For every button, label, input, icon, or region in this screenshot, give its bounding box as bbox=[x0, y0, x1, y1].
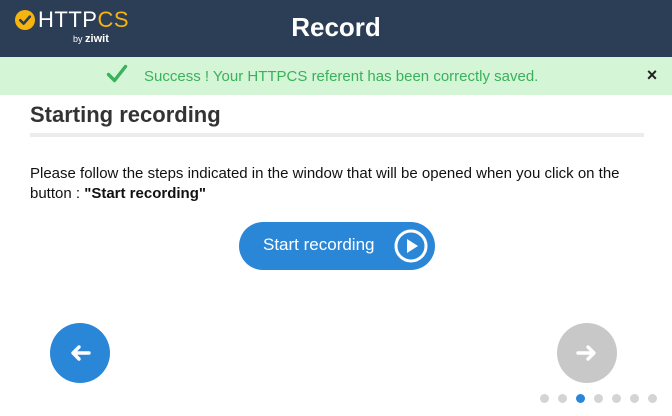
next-step-button[interactable] bbox=[557, 323, 617, 383]
alert-message: Success ! Your HTTPCS referent has been … bbox=[144, 68, 539, 85]
play-circle-icon bbox=[394, 229, 428, 263]
pagination-dot[interactable] bbox=[648, 394, 657, 403]
pagination-dot[interactable] bbox=[594, 394, 603, 403]
header-bar: HTTPCS by ziwit Record bbox=[0, 0, 672, 57]
close-icon[interactable]: × bbox=[644, 65, 660, 85]
previous-step-button[interactable] bbox=[50, 323, 110, 383]
pagination-dot[interactable] bbox=[576, 394, 585, 403]
page-title: Record bbox=[291, 12, 381, 42]
instruction-text: Please follow the steps indicated in the… bbox=[30, 165, 620, 202]
section-title: Starting recording bbox=[30, 102, 221, 127]
start-recording-button[interactable]: Start recording bbox=[239, 222, 435, 270]
step-pagination bbox=[540, 394, 660, 404]
pagination-dot[interactable] bbox=[630, 394, 639, 403]
start-recording-label: Start recording bbox=[263, 235, 375, 254]
pagination-dot[interactable] bbox=[612, 394, 621, 403]
section-divider bbox=[30, 133, 644, 137]
success-alert: Success ! Your HTTPCS referent has been … bbox=[0, 57, 672, 95]
pagination-dot[interactable] bbox=[540, 394, 549, 403]
instruction-button-name: "Start recording" bbox=[84, 185, 206, 202]
arrow-left-icon bbox=[71, 345, 91, 361]
pagination-dot[interactable] bbox=[558, 394, 567, 403]
checkmark-icon bbox=[106, 64, 128, 83]
arrow-right-icon bbox=[576, 345, 596, 361]
